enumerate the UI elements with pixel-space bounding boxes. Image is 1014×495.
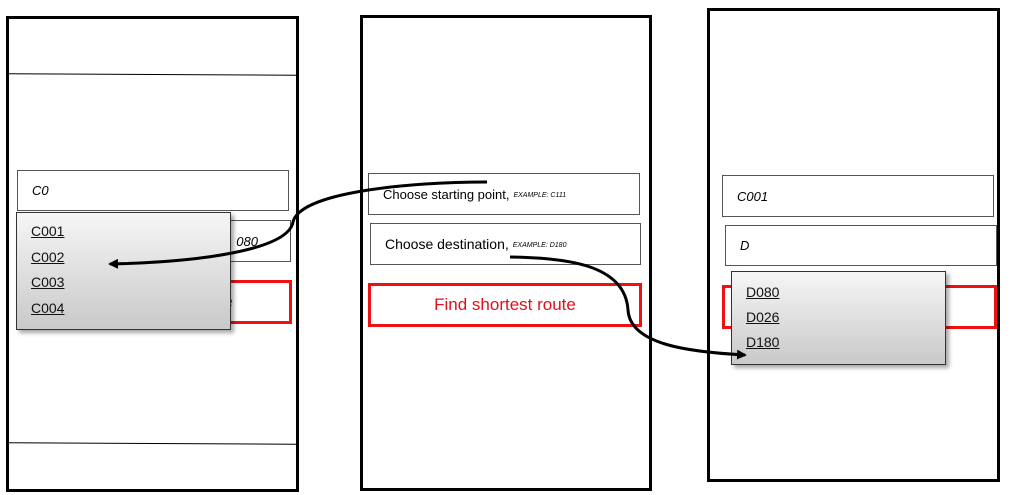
- middle-dest-input[interactable]: Choose destination, EXAMPLE: D180: [370, 223, 641, 265]
- dropdown-option[interactable]: D180: [746, 334, 779, 350]
- left-start-value: C0: [32, 183, 49, 198]
- left-start-dropdown[interactable]: C001 C002 C003 C004: [16, 212, 231, 330]
- left-start-input[interactable]: C0: [17, 170, 289, 211]
- left-dest-value: 080: [236, 233, 258, 249]
- dropdown-option[interactable]: C003: [31, 274, 64, 290]
- start-placeholder: Choose starting point,: [383, 186, 510, 202]
- dropdown-option[interactable]: C002: [31, 249, 64, 265]
- right-dest-dropdown[interactable]: D080 D026 D180: [731, 271, 946, 365]
- right-dest-input[interactable]: D: [725, 225, 997, 266]
- middle-start-input[interactable]: Choose starting point, EXAMPLE: C111: [368, 173, 640, 215]
- right-start-input[interactable]: C001: [722, 175, 994, 217]
- find-route-button[interactable]: Find shortest route: [368, 283, 642, 327]
- dropdown-option[interactable]: C001: [31, 223, 64, 239]
- dest-example: EXAMPLE: D180: [512, 242, 567, 249]
- dropdown-option[interactable]: D026: [746, 309, 779, 325]
- find-route-label: Find shortest route: [434, 295, 576, 314]
- right-dest-value: D: [740, 238, 750, 253]
- dest-placeholder: Choose destination,: [385, 236, 509, 252]
- right-start-value: C001: [737, 188, 769, 204]
- dropdown-option[interactable]: C004: [31, 300, 64, 316]
- start-example: EXAMPLE: C111: [513, 192, 567, 199]
- dropdown-option[interactable]: D080: [746, 284, 779, 300]
